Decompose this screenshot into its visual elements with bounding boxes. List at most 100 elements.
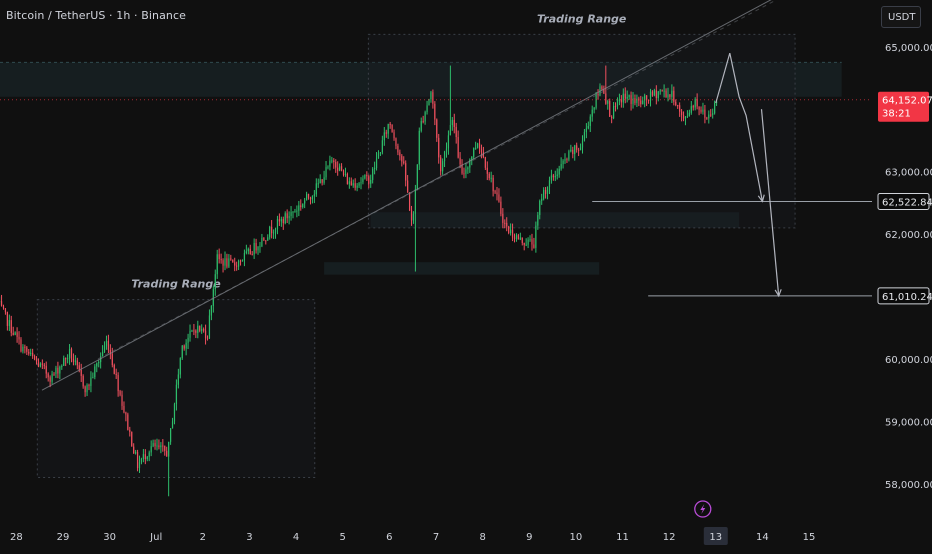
candle-body	[226, 258, 227, 266]
candle-body	[557, 175, 558, 176]
candle-body	[526, 245, 527, 246]
candle-body	[463, 173, 464, 174]
candle-body	[520, 237, 521, 239]
candle-body	[217, 254, 218, 274]
candle-body	[254, 243, 255, 254]
candle-body	[316, 183, 317, 194]
time-axis-label: 30	[103, 532, 116, 543]
candle-body	[629, 95, 630, 97]
candle-body	[30, 353, 31, 354]
candle-body	[168, 442, 169, 457]
candle-body	[508, 226, 509, 233]
candle-body	[362, 178, 363, 182]
candle-body	[69, 349, 70, 358]
candle-body	[407, 181, 408, 193]
candle-body	[697, 99, 698, 106]
candle-body	[238, 261, 239, 267]
candle-body	[537, 215, 538, 226]
candle-body	[7, 312, 8, 326]
candle-body	[349, 181, 350, 184]
candle-body	[339, 166, 340, 170]
candle-body	[432, 92, 433, 104]
candle-body	[209, 316, 210, 339]
candle-body	[477, 143, 478, 147]
candle-body	[51, 374, 52, 382]
candle-body	[434, 104, 435, 120]
candle-body	[384, 132, 385, 140]
chart-area[interactable]: Trading RangeTrading Range 65,000.0063,0…	[0, 0, 932, 550]
symbol-title: Bitcoin / TetherUS · 1h · Binance	[6, 9, 186, 22]
candle-body	[467, 167, 468, 169]
time-axis-label: 15	[803, 532, 816, 543]
candle-body	[512, 230, 513, 238]
candle-body	[263, 238, 264, 241]
candle-body	[473, 148, 474, 157]
lightning-bolt	[700, 504, 705, 514]
candle-body	[388, 124, 389, 134]
candle-body	[329, 161, 330, 167]
candle-body	[221, 259, 222, 260]
candle-body	[592, 110, 593, 117]
candle-body	[423, 121, 424, 122]
candle-body	[211, 306, 212, 316]
candle-body	[594, 108, 595, 110]
candle-body	[611, 117, 612, 118]
time-axis-label: 13	[709, 532, 722, 543]
price-chart[interactable]: Trading RangeTrading Range 65,000.0063,0…	[0, 0, 932, 550]
candle-body	[502, 214, 503, 223]
time-axis-label: 8	[479, 532, 485, 543]
candle-body	[186, 343, 187, 349]
candle-body	[174, 404, 175, 421]
candle-body	[320, 179, 321, 183]
candle-body	[322, 179, 323, 183]
candle-body	[549, 180, 550, 187]
candle-body	[386, 132, 387, 133]
candle-body	[63, 358, 64, 366]
candle-body	[123, 406, 124, 412]
candle-body	[61, 366, 62, 367]
candle-body	[199, 326, 200, 331]
candle-body	[3, 306, 4, 308]
candle-body	[125, 412, 126, 414]
candle-body	[104, 346, 105, 352]
candle-body	[193, 330, 194, 331]
candle-body	[632, 98, 633, 104]
candle-body	[230, 258, 231, 259]
candle-body	[207, 338, 208, 339]
candle-body	[133, 447, 134, 454]
candle-body	[510, 230, 511, 233]
currency-button[interactable]: USDT	[881, 6, 921, 28]
candle-body	[360, 182, 361, 183]
candle-body	[615, 106, 616, 107]
lightning-icon[interactable]	[695, 501, 711, 517]
candle-body	[405, 163, 406, 180]
candle-body	[135, 452, 136, 453]
candle-body	[279, 219, 280, 221]
candle-body	[81, 370, 82, 376]
candle-body	[391, 125, 392, 132]
candle-body	[568, 151, 569, 159]
candle-body	[506, 223, 507, 226]
candle-body	[485, 157, 486, 168]
candle-body	[605, 94, 606, 104]
time-axis-label: 11	[616, 532, 629, 543]
candle-body	[166, 451, 167, 457]
candle-body	[147, 457, 148, 459]
candle-body	[312, 196, 313, 199]
time-axis-label: 10	[570, 532, 583, 543]
candle-body	[18, 337, 19, 340]
candle-body	[269, 227, 270, 238]
candle-body	[234, 262, 235, 265]
candle-body	[551, 175, 552, 180]
candle-body	[531, 239, 532, 244]
candle-body	[695, 99, 696, 107]
candle-body	[304, 200, 305, 203]
candle-body	[302, 203, 303, 207]
candle-body	[555, 176, 556, 177]
candle-body	[108, 341, 109, 350]
candle-body	[347, 174, 348, 184]
candle-body	[170, 428, 171, 442]
candle-body	[419, 131, 420, 165]
candle-body	[689, 113, 690, 116]
candle-body	[390, 124, 391, 125]
